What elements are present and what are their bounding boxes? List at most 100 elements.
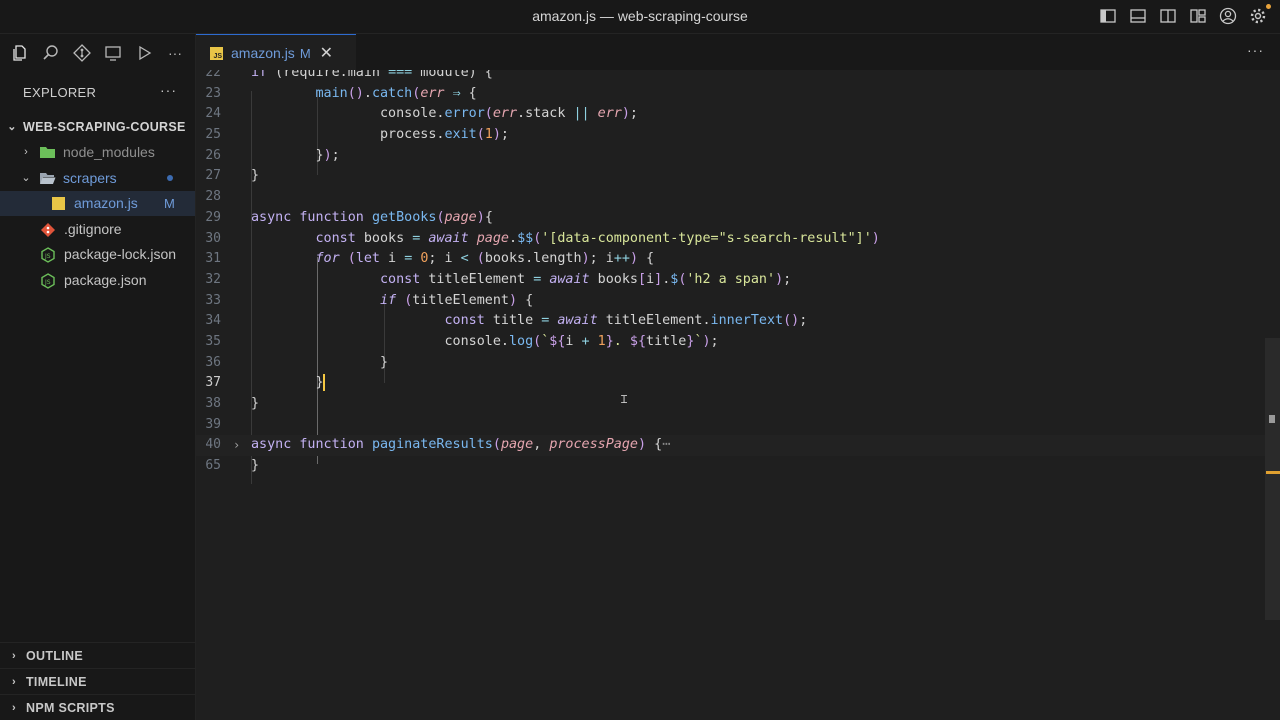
mouse-ibeam-icon: Ɪ	[621, 394, 628, 406]
editor-tab-bar: JS amazon.js M ✕ ···	[196, 34, 1280, 71]
sidebar-panels: › OUTLINE › TIMELINE › NPM SCRIPTS	[0, 642, 195, 720]
tree-item-label: .gitignore	[64, 220, 122, 237]
panel-npm-scripts[interactable]: › NPM SCRIPTS	[0, 694, 195, 720]
js-file-icon	[52, 196, 65, 210]
line-number: 38	[205, 396, 221, 411]
js-file-icon: JS	[210, 46, 223, 60]
code-line: 25 process.exit(1);	[196, 125, 1280, 146]
cursor-position-marker	[1266, 471, 1280, 474]
tree-item-amazon-js[interactable]: amazon.js M	[0, 190, 195, 216]
code-editor[interactable]: 22 if (require.main === module) { 23 main…	[196, 70, 1280, 720]
line-number: 23	[205, 85, 221, 101]
tree-item-label: package-lock.json	[64, 246, 177, 263]
account-icon[interactable]	[1218, 7, 1238, 25]
line-number: 37	[205, 375, 221, 391]
fold-chevron-icon[interactable]: ›	[233, 435, 240, 456]
modified-dot-icon	[167, 174, 173, 181]
code-line: 32 const titleElement = await books[i].$…	[196, 270, 1280, 291]
modified-badge: M	[164, 195, 175, 211]
folder-open-icon	[39, 171, 56, 185]
tree-item-node-modules[interactable]: › node_modules	[0, 140, 195, 166]
code-line: 33 if (titleElement) {	[196, 291, 1280, 312]
panel-timeline[interactable]: › TIMELINE	[0, 668, 195, 694]
tree-item-label: scrapers	[63, 169, 117, 186]
node-icon: JS	[40, 272, 57, 289]
node-icon: JS	[40, 247, 57, 264]
settings-gear-icon[interactable]	[1248, 4, 1271, 25]
editor-scrollbar[interactable]	[1265, 338, 1280, 620]
git-icon	[40, 222, 57, 237]
chevron-down-icon: ⌄	[7, 121, 17, 134]
tree-item-package-json[interactable]: JS package.json	[0, 267, 195, 293]
code-line: 34 const title = await titleElement.inne…	[196, 311, 1280, 332]
tree-item-label: package.json	[64, 271, 147, 288]
code-lines: 22 if (require.main === module) { 23 main…	[196, 70, 1280, 477]
line-number: 28	[205, 189, 221, 205]
line-number: 22	[205, 70, 221, 80]
window-title: amazon.js — web-scraping-course	[532, 8, 748, 24]
panel-outline[interactable]: › OUTLINE	[0, 642, 195, 668]
explorer-files-icon[interactable]	[10, 43, 30, 63]
text-cursor	[322, 373, 325, 391]
toggle-panel-icon[interactable]	[1128, 7, 1148, 25]
tab-amazon-js[interactable]: JS amazon.js M ✕	[196, 34, 356, 71]
run-debug-icon[interactable]	[134, 43, 154, 63]
line-number: 24	[205, 106, 221, 122]
explorer-more-actions-icon[interactable]: ···	[160, 82, 177, 98]
source-control-icon[interactable]	[72, 43, 92, 63]
more-views-icon[interactable]: ···	[165, 43, 185, 63]
panel-label: TIMELINE	[26, 674, 87, 689]
explorer-sidebar: ··· EXPLORER ··· ⌄ WEB-SCRAPING-COURSE ›…	[0, 34, 196, 720]
customize-layout-icon[interactable]	[1188, 7, 1208, 25]
editor-more-actions-icon[interactable]: ···	[1247, 42, 1264, 58]
line-number: 35	[205, 333, 221, 349]
file-tree: ⌄ WEB-SCRAPING-COURSE › node_modules ⌄ s…	[0, 114, 195, 293]
line-number: 36	[205, 354, 221, 370]
chevron-right-icon: ›	[12, 675, 16, 688]
code-line: 31 for (let i = 0; i < (books.length); i…	[196, 249, 1280, 270]
code-line: 23 main().catch(err ⇒ {	[196, 84, 1280, 105]
code-line: 30 const books = await page.$$('[data-co…	[196, 229, 1280, 250]
svg-text:JS: JS	[44, 279, 51, 286]
update-indicator-dot	[1266, 4, 1271, 9]
tree-item-gitignore[interactable]: .gitignore	[0, 216, 195, 242]
chevron-down-icon: ⌄	[21, 172, 31, 185]
toggle-primary-sidebar-icon[interactable]	[1098, 7, 1118, 25]
line-number: 27	[205, 168, 221, 184]
code-line: 29 async function getBooks(page){	[196, 208, 1280, 229]
search-icon[interactable]	[41, 43, 61, 63]
chevron-right-icon: ›	[12, 649, 16, 662]
code-line: 28	[196, 187, 1280, 208]
folder-icon	[39, 145, 56, 159]
close-icon[interactable]: ✕	[320, 43, 333, 63]
tree-item-label: node_modules	[63, 144, 155, 161]
line-number: 30	[205, 230, 221, 246]
line-number: 26	[205, 147, 221, 163]
code-line: 65}	[196, 456, 1280, 477]
code-line: 26 });	[196, 146, 1280, 167]
code-line: 40 › async function paginateResults(page, …	[196, 435, 1280, 457]
explorer-title: EXPLORER	[23, 85, 97, 100]
tree-item-label: amazon.js	[74, 195, 138, 212]
code-line: 37 }	[196, 373, 1280, 394]
tree-item-package-lock-json[interactable]: JS package-lock.json	[0, 242, 195, 268]
line-number: 32	[205, 271, 221, 287]
line-number: 31	[205, 251, 221, 267]
title-bar: amazon.js — web-scraping-course	[0, 0, 1280, 34]
tree-item-scrapers[interactable]: ⌄ scrapers	[0, 165, 195, 191]
toggle-secondary-sidebar-icon[interactable]	[1158, 7, 1178, 25]
svg-text:JS: JS	[44, 253, 51, 260]
code-line: 22 if (require.main === module) {	[196, 70, 1280, 84]
chevron-right-icon: ›	[12, 701, 16, 714]
line-number: 40	[205, 437, 221, 453]
remote-explorer-icon[interactable]	[103, 43, 123, 63]
code-line: 39	[196, 415, 1280, 436]
activity-bar: ···	[10, 43, 185, 63]
code-line: 36 }	[196, 353, 1280, 374]
panel-label: OUTLINE	[26, 648, 83, 663]
line-number: 34	[205, 313, 221, 329]
code-line: 27}	[196, 166, 1280, 187]
line-number: 39	[205, 416, 221, 432]
workspace-root[interactable]: ⌄ WEB-SCRAPING-COURSE	[0, 114, 195, 140]
chevron-right-icon: ›	[24, 146, 28, 159]
